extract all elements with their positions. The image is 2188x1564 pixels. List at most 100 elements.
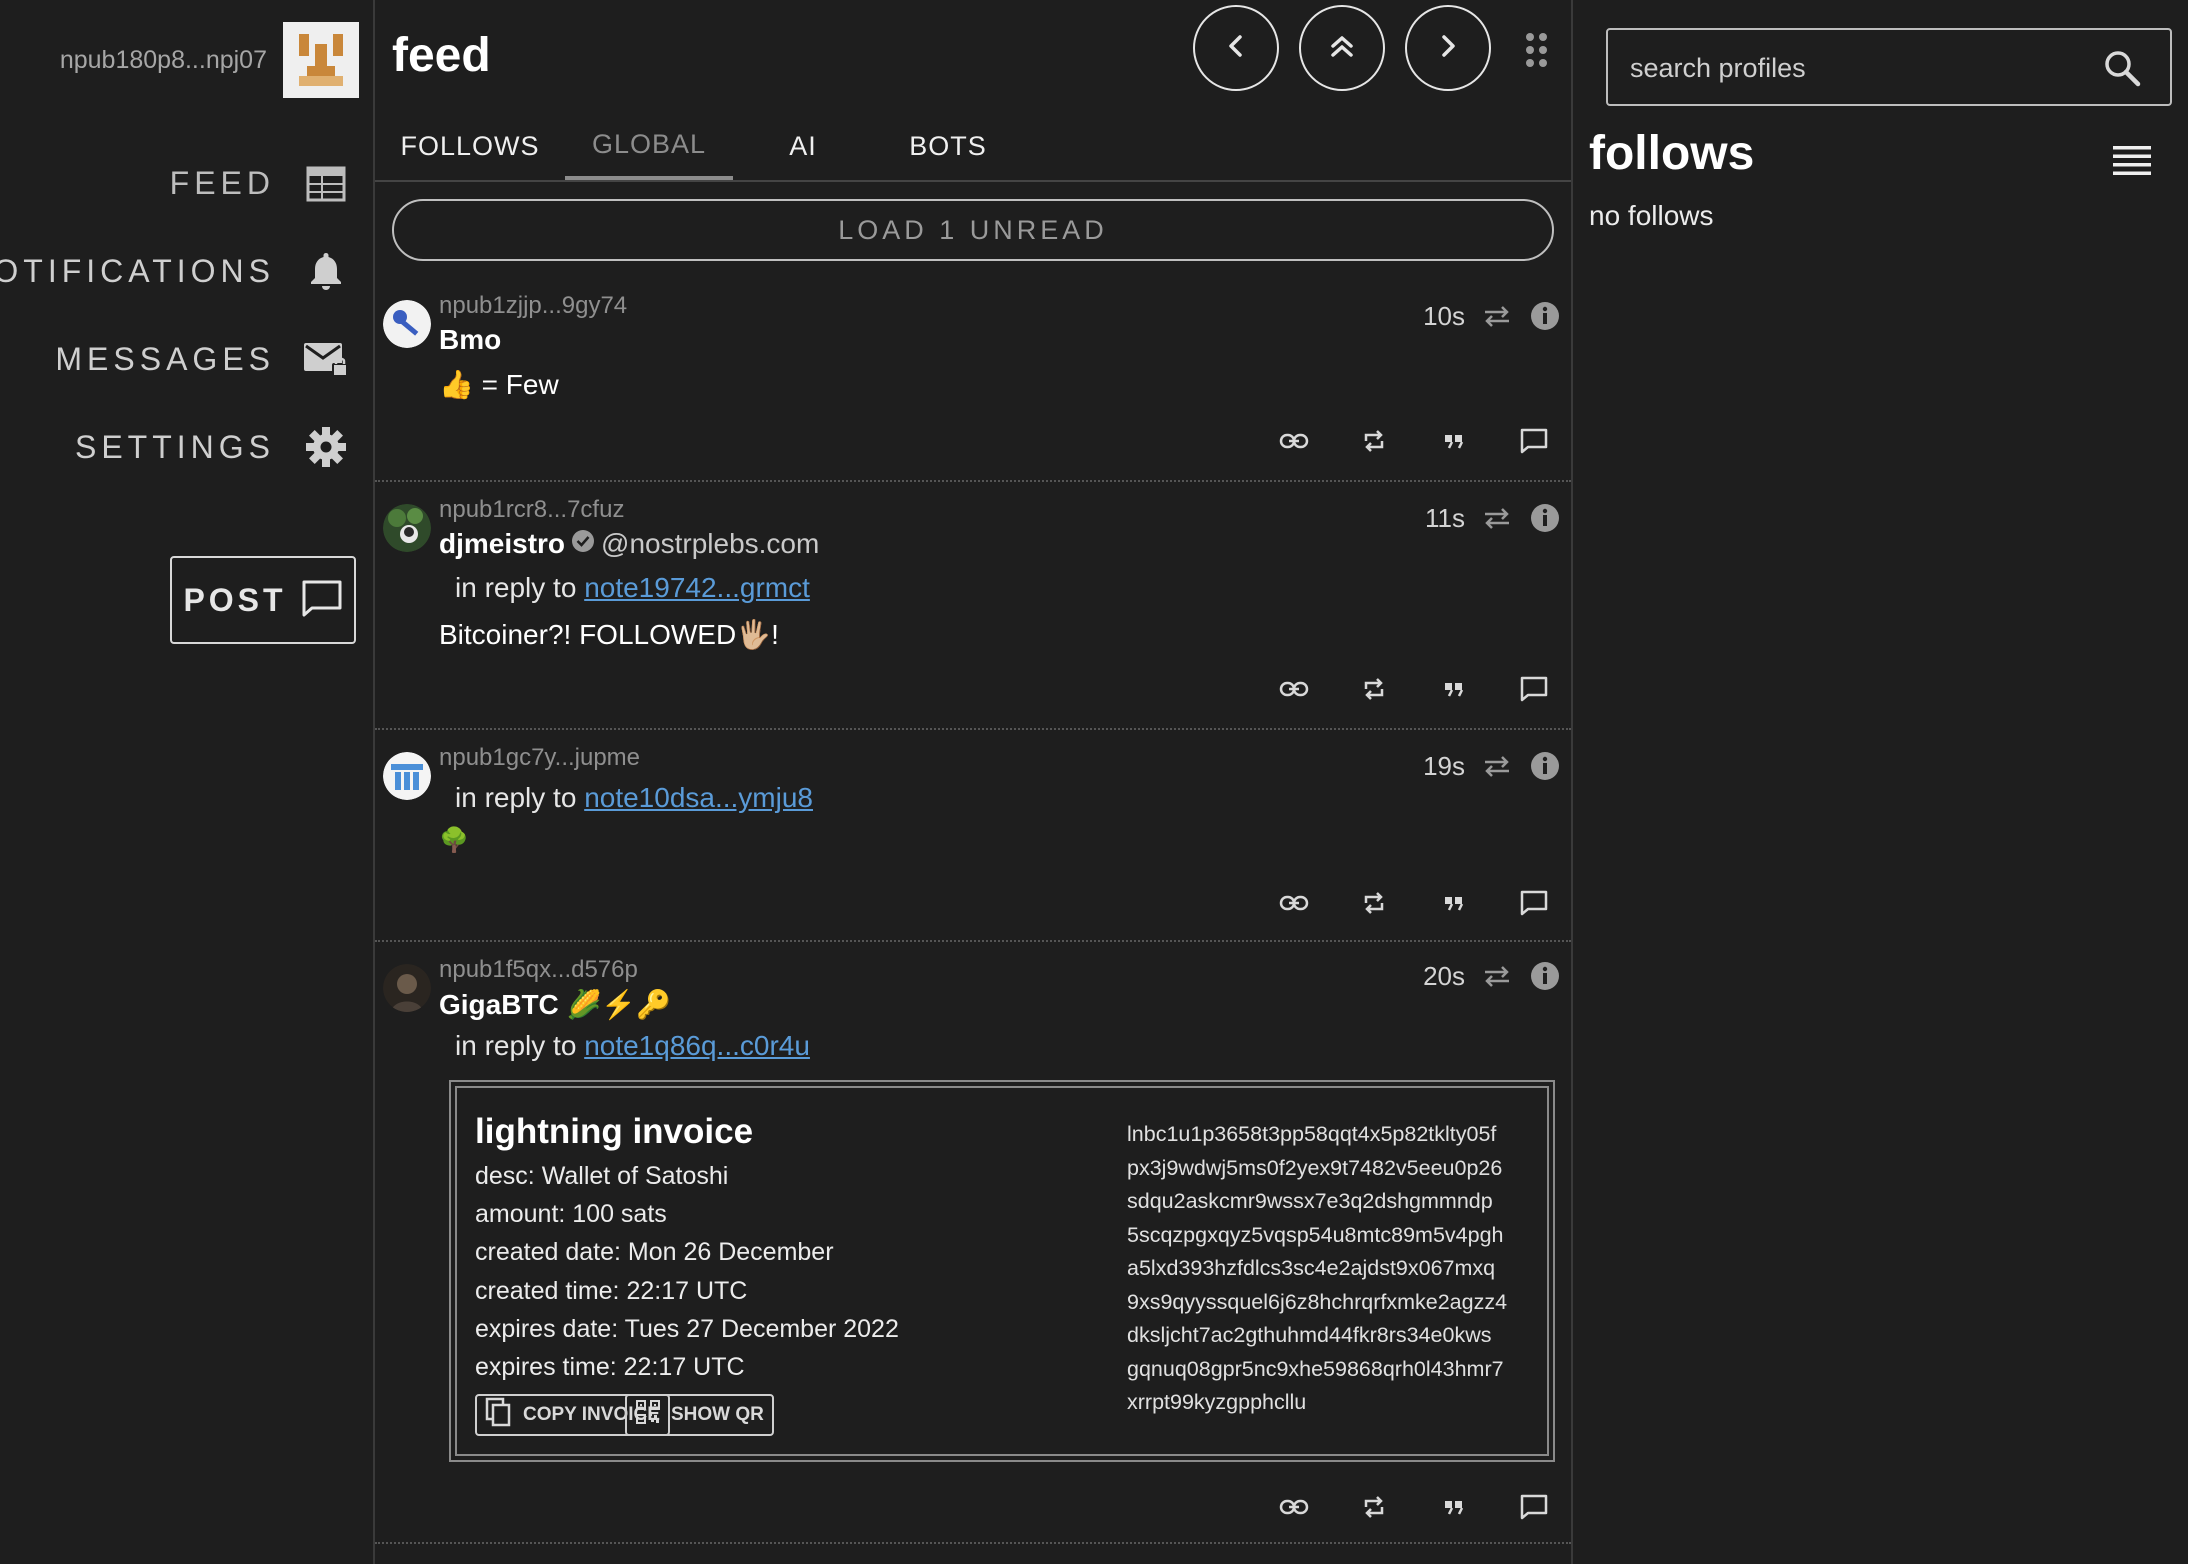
post-meta: 10s (1423, 300, 1561, 332)
post-content: 🌳 (439, 827, 469, 854)
post-npub[interactable]: npub1zjjp...9gy74 (439, 292, 627, 320)
author-name: Bmo (439, 324, 502, 355)
post-age: 20s (1423, 960, 1465, 991)
chevron-left-icon (1221, 31, 1251, 66)
tab-bots[interactable]: BOTS (873, 112, 1023, 180)
reply-context: in reply to note10dsa...ymju8 (455, 782, 813, 814)
post-actions (1277, 424, 1551, 458)
nav-settings[interactable]: SETTINGS (75, 424, 349, 470)
list-menu-icon[interactable] (2113, 146, 2151, 176)
quote-icon[interactable] (1437, 886, 1471, 920)
invoice-desc: desc: Wallet of Satoshi (475, 1162, 729, 1190)
author-name: djmeistro (439, 528, 566, 559)
avatar[interactable] (383, 752, 431, 800)
invoice-amount: amount: 100 sats (475, 1200, 667, 1228)
follows-empty-message: no follows (1589, 200, 1714, 231)
repost-arrows-icon[interactable] (1481, 960, 1513, 992)
nav-notifications-label: NOTIFICATIONS (0, 252, 275, 289)
right-panel: follows no follows (1573, 0, 2188, 1564)
avatar[interactable] (383, 300, 431, 348)
info-icon[interactable] (1529, 300, 1561, 332)
post-meta: 11s (1425, 502, 1561, 534)
post-age: 11s (1425, 502, 1465, 533)
reply-context: in reply to note19742...grmct (455, 572, 810, 604)
mail-lock-icon (303, 336, 349, 382)
calendar-icon (303, 160, 349, 206)
feed-post: npub1zjjp...9gy74 Bmo 👍 = Few 10s (375, 290, 1571, 482)
nav-feed[interactable]: FEED (170, 160, 349, 206)
reply-icon[interactable] (1517, 886, 1551, 920)
nav-notifications[interactable]: NOTIFICATIONS (0, 248, 349, 294)
repost-icon[interactable] (1357, 424, 1391, 458)
bell-icon (303, 248, 349, 294)
repost-arrows-icon[interactable] (1481, 502, 1513, 534)
scroll-top-button[interactable] (1299, 5, 1385, 91)
post-npub[interactable]: npub1f5qx...d576p (439, 956, 638, 984)
post-age: 10s (1423, 300, 1465, 331)
repost-arrows-icon[interactable] (1481, 750, 1513, 782)
repost-arrows-icon[interactable] (1481, 300, 1513, 332)
reply-prefix: in reply to (455, 782, 577, 813)
show-qr-label: SHOW QR (671, 1404, 764, 1425)
search-input[interactable] (1628, 30, 2092, 106)
forward-button[interactable] (1405, 5, 1491, 91)
back-button[interactable] (1193, 5, 1279, 91)
post-author[interactable]: Bmo (439, 324, 501, 356)
follows-title: follows (1589, 127, 1755, 180)
verified-badge-icon (571, 528, 595, 560)
search-icon[interactable] (2102, 48, 2142, 88)
info-icon[interactable] (1529, 960, 1561, 992)
info-icon[interactable] (1529, 750, 1561, 782)
chevron-right-icon (1433, 31, 1463, 66)
feed-tabs: FOLLOWS GLOBAL AI BOTS (375, 112, 1571, 182)
main-feed: feed FOLLOWS GLOBAL AI BOTS LOAD 1 UNREA… (375, 0, 1573, 1564)
post-npub[interactable]: npub1rcr8...7cfuz (439, 496, 624, 524)
post-content: 👍 = Few (439, 369, 559, 400)
account-avatar[interactable] (283, 22, 359, 98)
account-npub: npub180p8...npj07 (59, 45, 267, 74)
repost-icon[interactable] (1357, 672, 1391, 706)
avatar[interactable] (383, 964, 431, 1012)
reply-note-link[interactable]: note1q86q...c0r4u (584, 1030, 810, 1061)
nav-feed-label: FEED (169, 164, 275, 201)
link-icon[interactable] (1277, 424, 1311, 458)
quote-icon[interactable] (1437, 1490, 1471, 1524)
post-content: Bitcoiner?! FOLLOWED🖐🏼! (439, 619, 779, 650)
quote-icon[interactable] (1437, 672, 1471, 706)
reply-icon[interactable] (1517, 672, 1551, 706)
link-icon[interactable] (1277, 1490, 1311, 1524)
info-icon[interactable] (1529, 502, 1561, 534)
repost-icon[interactable] (1357, 886, 1391, 920)
reply-icon[interactable] (1517, 424, 1551, 458)
link-icon[interactable] (1277, 672, 1311, 706)
page-title: feed (392, 29, 491, 82)
post-author[interactable]: djmeistro @nostrplebs.com (439, 528, 819, 560)
post-actions (1277, 886, 1551, 920)
reply-note-link[interactable]: note19742...grmct (584, 572, 810, 603)
quote-icon[interactable] (1437, 424, 1471, 458)
account-avatar-icon (283, 22, 359, 98)
tab-ai[interactable]: AI (733, 112, 873, 180)
post-npub[interactable]: npub1gc7y...jupme (439, 744, 640, 772)
feed-post: npub1rcr8...7cfuz djmeistro @nostrplebs.… (375, 494, 1571, 730)
tab-follows[interactable]: FOLLOWS (375, 112, 565, 180)
post-author[interactable]: GigaBTC 🌽⚡🔑 (439, 988, 671, 1021)
invoice-bolt11: lnbc1u1p3658t3pp58qqt4x5p82tklty05f px3j… (1127, 1122, 1508, 1414)
repost-icon[interactable] (1357, 1490, 1391, 1524)
drag-handle-icon[interactable] (1525, 32, 1549, 68)
link-icon[interactable] (1277, 886, 1311, 920)
invoice-expires-date: expires date: Tues 27 December 2022 (475, 1315, 899, 1343)
post-button[interactable]: POST (170, 556, 356, 644)
load-unread-button[interactable]: LOAD 1 UNREAD (392, 199, 1554, 261)
tab-global[interactable]: GLOBAL (565, 112, 733, 180)
reply-prefix: in reply to (455, 1030, 577, 1061)
gear-icon (303, 424, 349, 470)
show-qr-button[interactable]: SHOW QR (625, 1394, 774, 1436)
reply-note-link[interactable]: note10dsa...ymju8 (584, 782, 813, 813)
avatar[interactable] (383, 504, 431, 552)
nav-messages[interactable]: MESSAGES (55, 336, 349, 382)
left-sidebar: npub180p8...npj07 FEED NOTIFICATIONS MES… (0, 0, 375, 1564)
reply-icon[interactable] (1517, 1490, 1551, 1524)
invoice-created-time: created time: 22:17 UTC (475, 1277, 748, 1305)
account-switcher[interactable]: npub180p8...npj07 (60, 22, 359, 98)
